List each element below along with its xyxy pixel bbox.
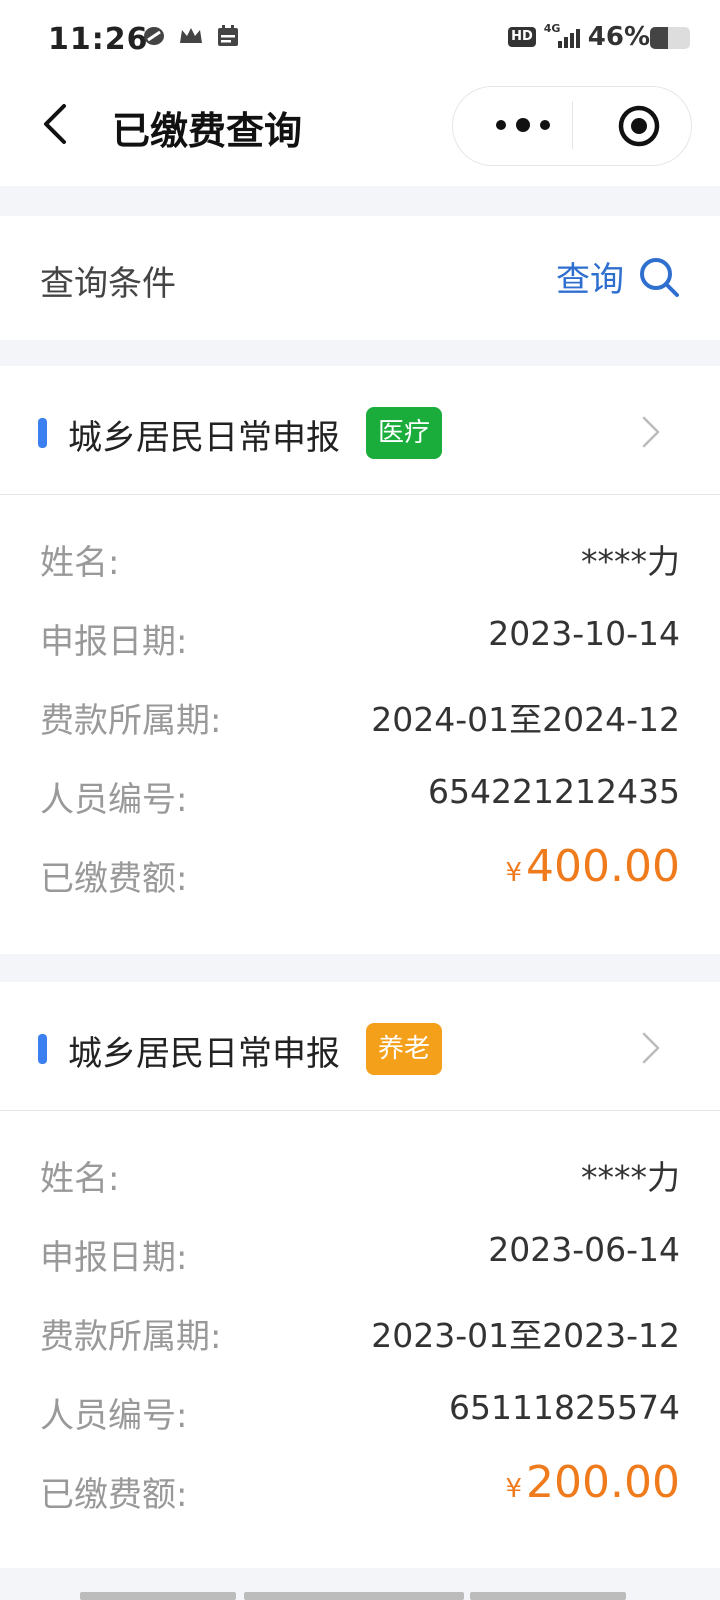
person-id-row: 人员编号: 654221212435	[0, 754, 720, 833]
field-label: 人员编号:	[40, 1396, 188, 1436]
back-arrow-icon[interactable]	[38, 102, 78, 146]
amount-value: 400.00	[526, 841, 680, 892]
signal-icon: 4G	[544, 23, 580, 50]
paid-amount: ¥200.00	[505, 1457, 680, 1508]
type-badge: 养老	[366, 1023, 443, 1075]
battery-icon	[650, 27, 690, 49]
chevron-right-icon[interactable]	[640, 414, 662, 450]
field-value: 2023-06-14	[488, 1230, 680, 1269]
field-label: 已缴费额:	[40, 1475, 188, 1515]
close-target-icon[interactable]	[617, 104, 661, 148]
field-label: 姓名:	[40, 543, 120, 583]
card-title: 城乡居民日常申报	[68, 418, 340, 458]
payment-record-card[interactable]: 城乡居民日常申报 养老 姓名: ****力 申报日期: 2023-06-14 费…	[0, 982, 720, 1568]
field-label: 人员编号:	[40, 780, 188, 820]
card-title: 城乡居民日常申报	[68, 1034, 340, 1074]
card-header[interactable]: 城乡居民日常申报 医疗	[0, 366, 720, 495]
more-options-icon[interactable]	[495, 117, 551, 133]
search-icon	[640, 257, 679, 297]
person-id-row: 人员编号: 65111825574	[0, 1370, 720, 1449]
field-value: 2024-01至2024-12	[371, 700, 680, 739]
calendar-icon	[218, 25, 238, 46]
app-notification-icon	[144, 27, 164, 45]
nav-header: 已缴费查询	[0, 80, 720, 186]
declare-date-row: 申报日期: 2023-10-14	[0, 596, 720, 675]
peek-segment	[244, 1592, 464, 1600]
name-row: 姓名: ****力	[0, 1133, 720, 1212]
status-notification-icons	[142, 24, 240, 48]
card-details: 姓名: ****力 申报日期: 2023-10-14 费款所属期: 2024-0…	[0, 495, 720, 912]
title-accent-bar	[38, 418, 47, 448]
page-title: 已缴费查询	[112, 109, 303, 153]
capsule-divider	[572, 101, 573, 149]
query-conditions-bar: 查询条件 查询	[0, 216, 720, 340]
chevron-right-icon[interactable]	[640, 1030, 662, 1066]
name-row: 姓名: ****力	[0, 517, 720, 596]
paid-amount-row: 已缴费额: ¥400.00	[0, 833, 720, 912]
field-label: 费款所属期:	[40, 1317, 222, 1357]
field-label: 申报日期:	[40, 622, 188, 662]
peek-segment	[470, 1592, 626, 1600]
fee-period-row: 费款所属期: 2023-01至2023-12	[0, 1291, 720, 1370]
title-accent-bar	[38, 1034, 47, 1064]
currency-symbol: ¥	[505, 1474, 523, 1504]
currency-symbol: ¥	[505, 858, 523, 888]
query-button[interactable]: 查询	[556, 252, 680, 301]
amount-value: 200.00	[526, 1457, 680, 1508]
next-card-peek	[0, 1586, 720, 1600]
peek-segment	[80, 1592, 236, 1600]
field-value: ****力	[581, 1158, 680, 1197]
field-value: 65111825574	[449, 1388, 680, 1427]
status-time: 11:26	[48, 22, 149, 57]
query-button-label: 查询	[556, 260, 624, 300]
field-value: ****力	[581, 542, 680, 581]
field-label: 已缴费额:	[40, 859, 188, 899]
status-bar: 11:26 HD 4G 46%	[0, 0, 720, 80]
field-value: 654221212435	[428, 772, 680, 811]
battery-percent: 46%	[587, 22, 650, 52]
mini-program-capsule	[452, 86, 692, 166]
field-label: 费款所属期:	[40, 701, 222, 741]
crown-icon	[180, 28, 202, 43]
query-conditions-label: 查询条件	[40, 264, 176, 304]
paid-amount: ¥400.00	[505, 841, 680, 892]
field-value: 2023-01至2023-12	[371, 1316, 680, 1355]
card-details: 姓名: ****力 申报日期: 2023-06-14 费款所属期: 2023-0…	[0, 1111, 720, 1528]
card-header[interactable]: 城乡居民日常申报 养老	[0, 982, 720, 1111]
field-label: 申报日期:	[40, 1238, 188, 1278]
hd-icon: HD	[508, 27, 536, 47]
fee-period-row: 费款所属期: 2024-01至2024-12	[0, 675, 720, 754]
field-value: 2023-10-14	[488, 614, 680, 653]
type-badge: 医疗	[366, 407, 443, 459]
field-label: 姓名:	[40, 1159, 120, 1199]
paid-amount-row: 已缴费额: ¥200.00	[0, 1449, 720, 1528]
payment-record-card[interactable]: 城乡居民日常申报 医疗 姓名: ****力 申报日期: 2023-10-14 费…	[0, 366, 720, 954]
declare-date-row: 申报日期: 2023-06-14	[0, 1212, 720, 1291]
status-right-icons: HD 4G 46%	[508, 22, 650, 52]
